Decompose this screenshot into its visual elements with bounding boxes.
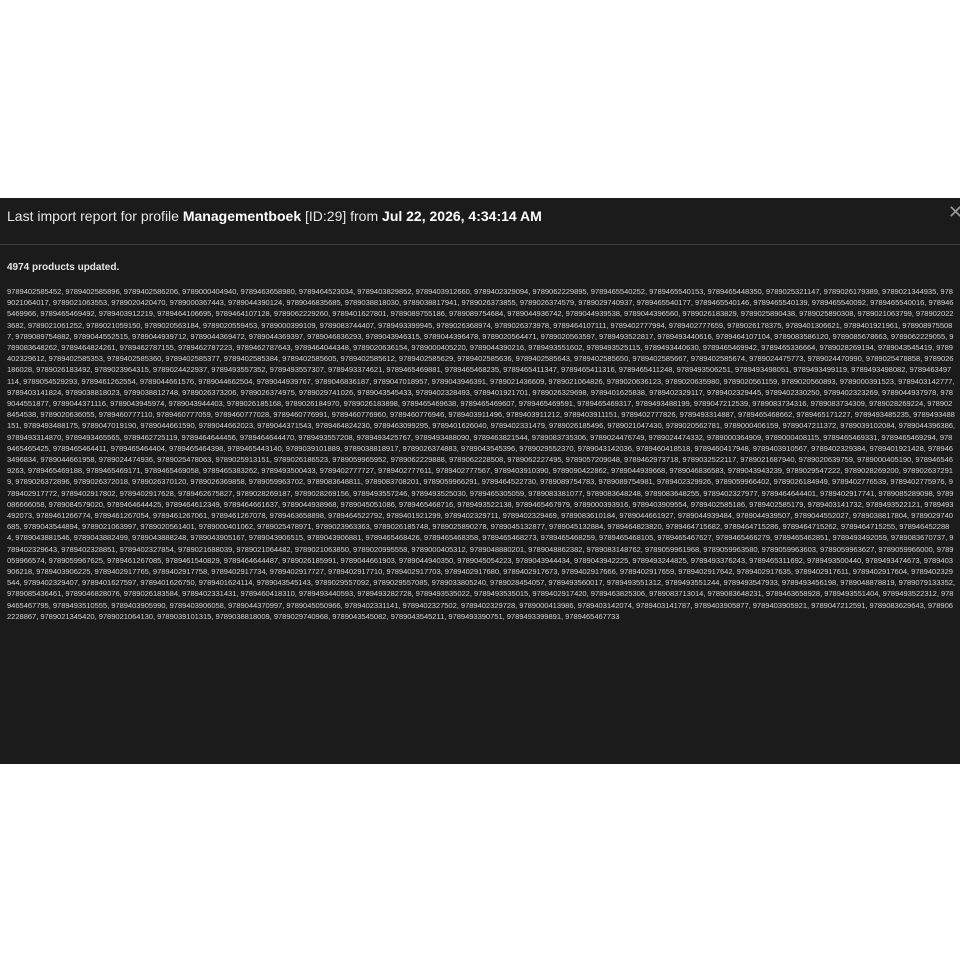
close-icon[interactable]: ✕ (948, 202, 960, 222)
update-summary: 4974 products updated. (7, 262, 120, 273)
profile-id: [ID:29] from (301, 208, 383, 224)
dialog-header: Last import report for profile Managemen… (0, 198, 960, 245)
profile-name: Managementboek (182, 208, 302, 224)
dialog-title: Last import report for profile Managemen… (7, 208, 542, 224)
title-prefix: Last import report for profile (7, 208, 183, 224)
import-report-dialog: Last import report for profile Managemen… (0, 198, 960, 764)
import-timestamp: Jul 22, 2026, 4:34:14 AM (382, 208, 542, 224)
updated-isbn-list: 9789402585452, 9789402585896, 9789402586… (7, 287, 955, 621)
